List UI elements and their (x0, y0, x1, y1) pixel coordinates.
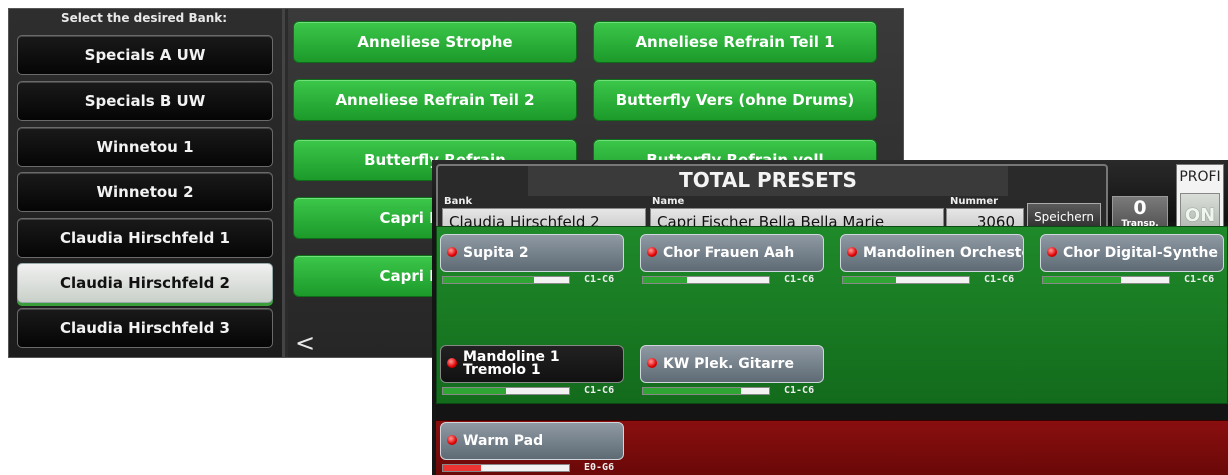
volume-fill (643, 277, 688, 283)
volume-fill (443, 388, 506, 394)
voice-name: Chor Frauen Aah (663, 245, 795, 261)
preset-info-box: TOTAL PRESETS Bank Claudia Hirschfeld 2 … (436, 164, 1108, 236)
key-range: C1-C6 (784, 274, 815, 285)
key-range: C1-C6 (784, 385, 815, 396)
volume-bar[interactable] (442, 464, 570, 472)
key-range: C1-C6 (584, 385, 615, 396)
bank-button[interactable]: Claudia Hirschfeld 1 (17, 218, 273, 258)
volume-fill (1043, 277, 1122, 283)
led-icon (847, 247, 857, 257)
bank-button[interactable]: Winnetou 1 (17, 127, 273, 167)
voice-name: Chor Digital-Synthe (1063, 245, 1218, 261)
led-icon (1047, 247, 1057, 257)
name-field-label: Name (652, 196, 685, 207)
key-range: E0-G6 (584, 462, 615, 473)
volume-fill (443, 465, 481, 471)
preset-button[interactable]: Anneliese Refrain Teil 1 (593, 21, 877, 63)
voice-button[interactable]: Supita 2 (440, 234, 624, 272)
page-title: TOTAL PRESETS (679, 168, 857, 192)
volume-fill (643, 388, 742, 394)
total-presets-panel: TOTAL PRESETS Bank Claudia Hirschfeld 2 … (432, 160, 1228, 475)
volume-bar[interactable] (442, 387, 570, 395)
voice-button[interactable]: Chor Frauen Aah (640, 234, 824, 272)
voice-name: Mandolinen Orchester (863, 245, 1024, 261)
voice-slot: Chor Digital-Synthe C1-C6 (1040, 234, 1224, 290)
led-icon (447, 358, 457, 368)
voice-slot: Mandoline 1 Tremolo 1 C1-C6 (440, 345, 624, 401)
voice-slot: Chor Frauen Aah C1-C6 (640, 234, 824, 290)
volume-fill (843, 277, 896, 283)
volume-bar[interactable] (642, 387, 770, 395)
key-range: C1-C6 (1184, 274, 1215, 285)
volume-bar[interactable] (442, 276, 570, 284)
voice-slot: Mandolinen Orchester C1-C6 (840, 234, 1024, 290)
bank-button[interactable]: Specials B UW (17, 81, 273, 121)
volume-bar[interactable] (842, 276, 970, 284)
title-bar: TOTAL PRESETS (528, 166, 1008, 196)
bank-button[interactable]: Claudia Hirschfeld 3 (17, 308, 273, 348)
key-range: C1-C6 (584, 274, 615, 285)
bank-field-label: Bank (444, 196, 473, 207)
voice-name: Mandoline 1 Tremolo 1 (463, 349, 560, 378)
voice-name: Warm Pad (463, 433, 544, 449)
voice-slot: Warm Pad E0-G6 (440, 422, 624, 475)
bank-list: Select the desired Bank: Specials A UW S… (9, 9, 285, 357)
led-icon (447, 435, 457, 445)
voice-button[interactable]: Mandolinen Orchester (840, 234, 1024, 272)
led-icon (447, 247, 457, 257)
back-arrow-icon[interactable]: < (295, 331, 315, 355)
preset-button[interactable]: Anneliese Refrain Teil 2 (293, 79, 577, 121)
voice-name: KW Plek. Gitarre (663, 356, 794, 372)
voice-slot: Supita 2 C1-C6 (440, 234, 624, 290)
voice-button[interactable]: Chor Digital-Synthe (1040, 234, 1224, 272)
profi-label: PROFI (1179, 169, 1221, 185)
voice-button[interactable]: Mandoline 1 Tremolo 1 (440, 345, 624, 383)
number-field-label: Nummer (950, 196, 999, 207)
preset-button[interactable]: Anneliese Strophe (293, 21, 577, 63)
voice-name: Supita 2 (463, 245, 529, 261)
key-range: C1-C6 (984, 274, 1015, 285)
voice-slot: KW Plek. Gitarre C1-C6 (640, 345, 824, 401)
bank-list-header: Select the desired Bank: (60, 11, 228, 25)
transpose-value: 0 (1133, 197, 1147, 219)
voice-button[interactable]: KW Plek. Gitarre (640, 345, 824, 383)
bank-button[interactable]: Specials A UW (17, 35, 273, 75)
voice-button[interactable]: Warm Pad (440, 422, 624, 460)
bank-button-selected[interactable]: Claudia Hirschfeld 2 (17, 263, 273, 303)
led-icon (647, 358, 657, 368)
volume-bar[interactable] (642, 276, 770, 284)
volume-fill (443, 277, 534, 283)
led-icon (647, 247, 657, 257)
bank-button[interactable]: Winnetou 2 (17, 172, 273, 212)
preset-button[interactable]: Butterfly Vers (ohne Drums) (593, 79, 877, 121)
zone-divider (436, 404, 1228, 420)
volume-bar[interactable] (1042, 276, 1170, 284)
